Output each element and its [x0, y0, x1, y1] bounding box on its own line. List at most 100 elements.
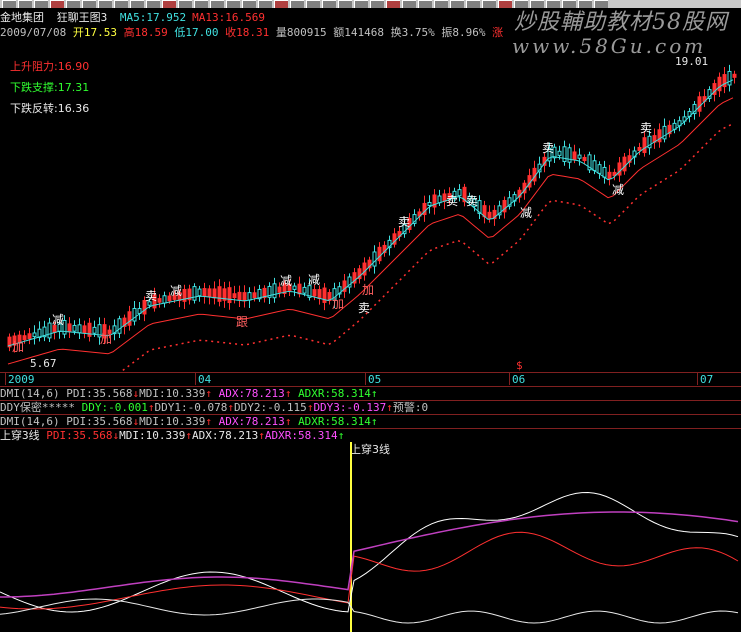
candle-body [252, 292, 257, 299]
candle-body [232, 293, 237, 299]
candlestick-chart[interactable]: 减卖 减加跟减 减加 卖加卖卖 卖减卖减卖加 [0, 42, 741, 372]
candle-body [437, 195, 442, 204]
toolbar-button[interactable] [498, 0, 512, 8]
toolbar-button[interactable] [258, 0, 272, 8]
signal-label: 减 [170, 284, 182, 298]
ddy-value: DDY:-0.001 [81, 401, 148, 414]
ddy3-value: DDY3:-0.137 [313, 401, 387, 414]
toolbar-button[interactable] [434, 0, 448, 8]
toolbar-button[interactable] [402, 0, 416, 8]
toolbar-button[interactable] [146, 0, 160, 8]
x-axis-label: 07 [700, 373, 714, 386]
close-value: 收18.31 [225, 26, 270, 39]
toolbar-button[interactable] [2, 0, 16, 8]
toolbar-button[interactable] [18, 0, 32, 8]
adxr-line [0, 511, 739, 598]
signal-label: 减 [612, 183, 624, 197]
candle-body [457, 189, 462, 197]
toolbar-button[interactable] [274, 0, 288, 8]
ma5-value: MA5:17.952 [119, 11, 187, 24]
toolbar-button[interactable] [242, 0, 256, 8]
signal-label: 卖 [542, 141, 554, 155]
toolbar-button[interactable] [50, 0, 64, 8]
toolbar-button[interactable] [226, 0, 240, 8]
candle-body [312, 289, 317, 297]
signal-label: 减 [52, 313, 64, 327]
x-axis-tick [365, 372, 366, 385]
candle-body [572, 151, 577, 161]
toolbar-button[interactable] [162, 0, 176, 8]
candle-body [72, 324, 77, 332]
toolbar-button[interactable] [386, 0, 400, 8]
toolbar-button[interactable] [354, 0, 368, 8]
candle-body [242, 292, 247, 302]
toolbar-button[interactable] [306, 0, 320, 8]
candle-body [727, 70, 732, 86]
toolbar-button[interactable] [418, 0, 432, 8]
candle-body [637, 146, 642, 152]
candle-body [157, 298, 162, 303]
price-high-label: 19.01 [675, 55, 709, 68]
ma-long-line [7, 97, 734, 365]
toolbar-button[interactable] [466, 0, 480, 8]
toolbar-button[interactable] [338, 0, 352, 8]
ddy-row: DDY保密***** DDY:-0.001↑DDY1:-0.078↑DDY2:-… [0, 401, 429, 414]
toolbar-button[interactable] [290, 0, 304, 8]
toolbar-button[interactable] [322, 0, 336, 8]
candle-body [237, 291, 242, 301]
candle-body [297, 283, 302, 295]
toolbar-button[interactable] [98, 0, 112, 8]
oscillator-chart[interactable] [0, 442, 741, 632]
toolbar-button[interactable] [34, 0, 48, 8]
candle-body [217, 286, 222, 302]
toolbar-button[interactable] [194, 0, 208, 8]
x-axis-tick [5, 372, 6, 385]
candle-body [622, 156, 627, 172]
header-row-1: 金地集团 狂聊王图3 MA5:17.952 MA13:16.569 [0, 11, 271, 24]
pdi-value-3: PDI:35.568 [46, 429, 113, 442]
signal-label: 卖 [640, 121, 652, 135]
pdi-value-2: PDI:35.568 [66, 415, 133, 428]
candle-body [577, 154, 582, 159]
toolbar-button[interactable] [130, 0, 144, 8]
signal-label: 卖 [466, 194, 478, 208]
candle-body [487, 211, 492, 219]
toolbar-button[interactable] [482, 0, 496, 8]
signal-label: 卖 [398, 215, 410, 229]
candle-body [127, 311, 132, 326]
toolbar-button[interactable] [370, 0, 384, 8]
candle-body [47, 322, 52, 339]
dmi-row-2: DMI(14,6) PDI:35.568↓MDI:10.339↑ ADX:78.… [0, 415, 378, 428]
mdi-value-2: MDI:10.339 [139, 415, 206, 428]
candle-body [642, 137, 647, 154]
candle-body [192, 286, 197, 301]
candle-body [602, 166, 607, 178]
open-value: 开17.53 [72, 26, 117, 39]
signal-label: 卖 [358, 301, 370, 315]
x-marker: $ [516, 359, 523, 372]
signal-label: 加 [100, 332, 112, 346]
candle-body [567, 147, 572, 163]
candle-body [607, 171, 612, 180]
sub3-label: 上穿3线 [0, 429, 40, 442]
x-axis-tick [697, 372, 698, 385]
amplitude-value: 振8.96% [441, 26, 486, 39]
candle-body [582, 156, 587, 162]
mdi-value-1: MDI:10.339 [139, 387, 206, 400]
toolbar-button[interactable] [66, 0, 80, 8]
toolbar-button[interactable] [210, 0, 224, 8]
toolbar-button[interactable] [450, 0, 464, 8]
candle-body [162, 295, 167, 304]
toolbar-button[interactable] [114, 0, 128, 8]
candle-body [82, 325, 87, 334]
toolbar-button[interactable] [178, 0, 192, 8]
x-axis-tick [509, 372, 510, 385]
date-value: 2009/07/08 [0, 26, 67, 39]
toolbar-button[interactable] [82, 0, 96, 8]
candle-body [92, 326, 97, 334]
candle-body [32, 332, 37, 338]
pdi-line [0, 491, 739, 613]
candle-body [427, 201, 432, 207]
volume-value: 量800915 [275, 26, 327, 39]
candle-body [562, 146, 567, 163]
